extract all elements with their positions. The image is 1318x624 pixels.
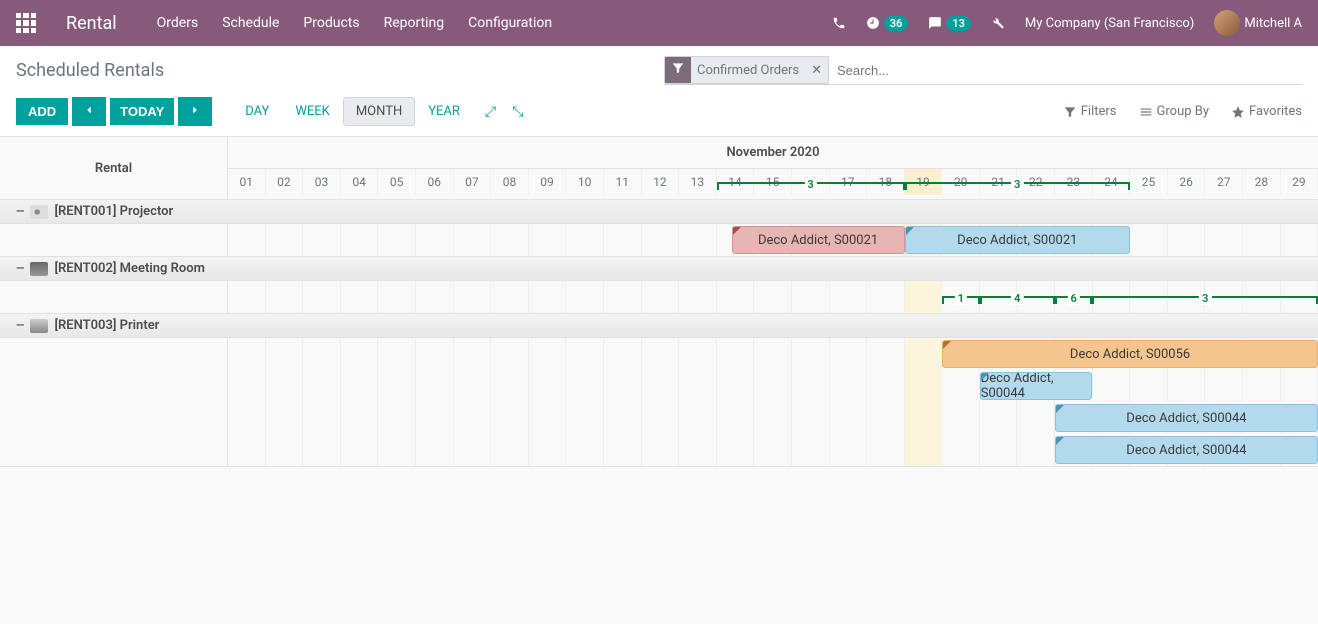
group-header[interactable]: —[RENT003] Printer1463 — [0, 314, 1318, 338]
day-header: 20 — [942, 169, 980, 195]
groupby-button[interactable]: Group By — [1139, 104, 1210, 119]
day-header: 06 — [416, 169, 454, 195]
add-button[interactable]: ADD — [16, 98, 68, 125]
rental-pill[interactable]: Deco Addict, S00056 — [942, 340, 1318, 368]
day-header: 15 — [754, 169, 792, 195]
nav-orders[interactable]: Orders — [157, 15, 199, 31]
collapse-toggle-icon[interactable]: — — [16, 262, 24, 275]
day-header: 23 — [1055, 169, 1093, 195]
day-header: 01 — [228, 169, 266, 195]
app-brand[interactable]: Rental — [66, 13, 117, 34]
group-label: [RENT003] Printer — [54, 318, 159, 333]
chip-label: Confirmed Orders — [691, 59, 805, 82]
gantt-month-label: November 2020 — [228, 137, 1318, 169]
nav-products[interactable]: Products — [303, 15, 359, 31]
favorites-button[interactable]: Favorites — [1231, 104, 1302, 119]
gantt-side-header: Rental — [0, 137, 228, 199]
group-header[interactable]: —[RENT001] Projector33 — [0, 200, 1318, 224]
product-thumb — [30, 262, 48, 276]
timer-badge: 36 — [884, 16, 909, 31]
expand-icon[interactable]: ⤢ — [485, 104, 496, 120]
chat-badge: 13 — [946, 16, 971, 31]
nav-configuration[interactable]: Configuration — [468, 15, 552, 31]
phone-icon[interactable] — [832, 16, 846, 30]
day-header: 18 — [867, 169, 905, 195]
day-header: 29 — [1281, 169, 1318, 195]
wrench-icon[interactable] — [991, 16, 1005, 30]
day-header: 05 — [378, 169, 416, 195]
rental-pill[interactable]: Deco Addict, S00044 — [1055, 436, 1318, 464]
pill-label: Deco Addict, S00044 — [1126, 443, 1246, 458]
pill-label: Deco Addict, S00021 — [758, 233, 878, 248]
day-header: 02 — [266, 169, 304, 195]
day-header: 17 — [830, 169, 868, 195]
nav-reporting[interactable]: Reporting — [384, 15, 445, 31]
rental-pill[interactable]: Deco Addict, S00021 — [905, 226, 1131, 254]
chip-remove-icon[interactable]: ✕ — [805, 59, 828, 82]
day-header: 13 — [679, 169, 717, 195]
today-button[interactable]: TODAY — [110, 98, 174, 125]
day-header: 04 — [341, 169, 379, 195]
day-header: 03 — [303, 169, 341, 195]
day-header: 11 — [604, 169, 642, 195]
day-header: 09 — [529, 169, 567, 195]
chat-icon[interactable]: 13 — [928, 16, 971, 31]
rental-pill[interactable]: Deco Addict, S00021 — [732, 226, 905, 254]
day-header: 24 — [1093, 169, 1131, 195]
pill-label: Deco Addict, S00044 — [1126, 411, 1246, 426]
product-thumb — [30, 205, 48, 219]
day-header: 10 — [566, 169, 604, 195]
day-header: 26 — [1168, 169, 1206, 195]
group-label: [RENT002] Meeting Room — [54, 261, 205, 276]
company-switcher[interactable]: My Company (San Francisco) — [1025, 16, 1194, 31]
day-header: 08 — [491, 169, 529, 195]
filter-chip: Confirmed Orders ✕ — [664, 56, 829, 84]
next-button[interactable] — [178, 97, 212, 126]
day-header: 22 — [1017, 169, 1055, 195]
day-header: 14 — [717, 169, 755, 195]
group-header[interactable]: — [RENT002] Meeting Room — [0, 257, 1318, 281]
funnel-icon — [665, 57, 691, 83]
day-header: 19 — [905, 169, 943, 195]
user-menu[interactable]: Mitchell A — [1214, 10, 1302, 36]
nav-menu: Orders Schedule Products Reporting Confi… — [157, 15, 552, 31]
day-header: 27 — [1205, 169, 1243, 195]
collapse-toggle-icon[interactable]: — — [16, 319, 24, 332]
prev-button[interactable] — [72, 97, 106, 126]
day-header: 25 — [1130, 169, 1168, 195]
day-header: 07 — [454, 169, 492, 195]
day-header: 21 — [980, 169, 1018, 195]
timer-icon[interactable]: 36 — [866, 16, 909, 31]
rental-pill[interactable]: Deco Addict, S00044 — [980, 372, 1093, 400]
scale-day[interactable]: DAY — [232, 97, 282, 126]
pill-label: Deco Addict, S00021 — [957, 233, 1077, 248]
group-label: [RENT001] Projector — [54, 204, 173, 219]
product-thumb — [30, 319, 48, 333]
day-header: 12 — [642, 169, 680, 195]
scale-month[interactable]: MONTH — [343, 97, 415, 126]
nav-schedule[interactable]: Schedule — [222, 15, 279, 31]
apps-icon[interactable] — [16, 13, 36, 33]
day-header: 16 — [792, 169, 830, 195]
rental-pill[interactable]: Deco Addict, S00044 — [1055, 404, 1318, 432]
collapse-toggle-icon[interactable]: — — [16, 205, 24, 218]
day-header: 28 — [1243, 169, 1281, 195]
collapse-icon[interactable]: ⤡ — [512, 104, 523, 120]
page-title: Scheduled Rentals — [16, 60, 164, 81]
pill-label: Deco Addict, S00044 — [981, 372, 1092, 400]
pill-label: Deco Addict, S00056 — [1070, 347, 1190, 362]
avatar — [1214, 10, 1240, 36]
scale-year[interactable]: YEAR — [415, 97, 473, 126]
search-box[interactable]: Confirmed Orders ✕ — [664, 56, 1302, 85]
filters-button[interactable]: Filters — [1063, 104, 1117, 119]
search-input[interactable] — [833, 59, 1302, 82]
scale-week[interactable]: WEEK — [282, 97, 342, 126]
